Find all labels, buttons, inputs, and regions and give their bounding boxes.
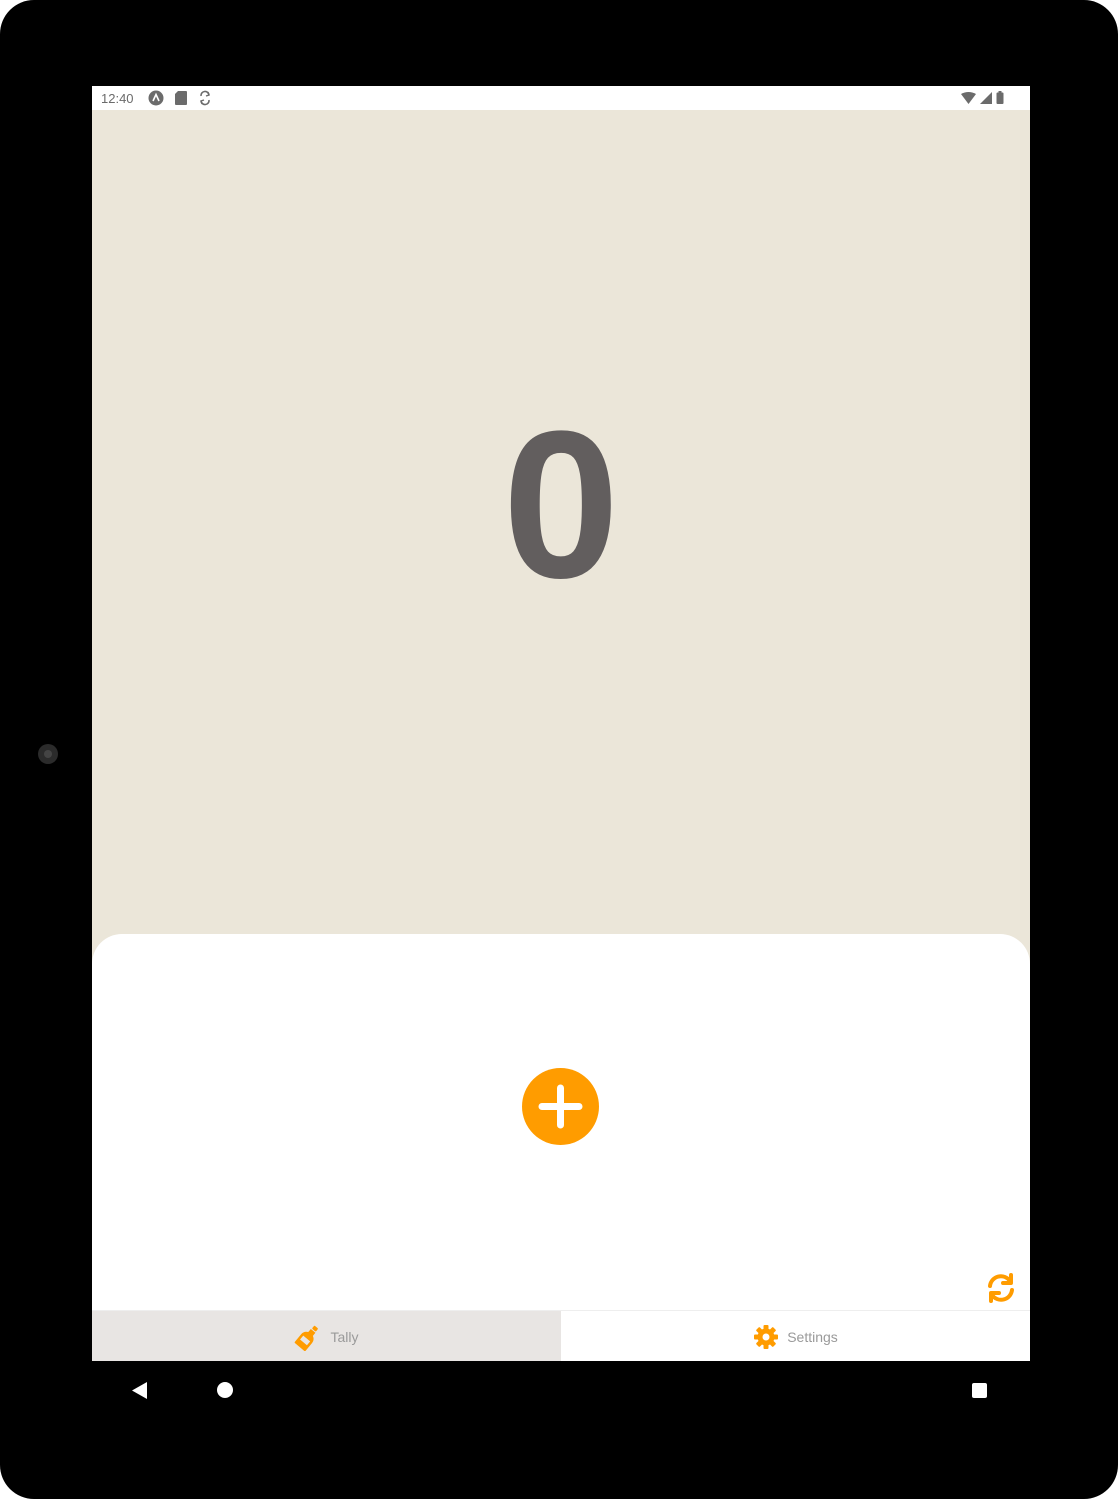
tablet-frame: 12:40 0 Tally Settings [0, 0, 1118, 1499]
system-nav-bar [0, 1361, 1118, 1421]
tab-settings-label: Settings [787, 1328, 838, 1345]
tab-settings[interactable]: Settings [561, 1311, 1030, 1361]
gear-icon [754, 1324, 779, 1349]
battery-icon [996, 91, 1004, 104]
controls-sheet [92, 934, 1030, 1334]
wifi-icon [961, 91, 976, 104]
reset-button[interactable] [984, 1271, 1018, 1305]
plus-icon [538, 1084, 583, 1129]
screen: 12:40 0 Tally Settings [92, 86, 1030, 1361]
android-icon [148, 90, 164, 106]
tab-bar: Tally Settings [92, 1310, 1030, 1361]
back-icon[interactable] [132, 1382, 148, 1399]
bottle-icon [295, 1325, 319, 1351]
counter-area: 0 [92, 110, 1030, 1334]
status-icons-right [961, 91, 1004, 104]
sync-icon [200, 90, 210, 106]
sd-card-icon [175, 91, 187, 105]
front-camera [38, 744, 58, 764]
signal-icon [980, 91, 992, 104]
home-icon[interactable] [217, 1382, 233, 1398]
status-time: 12:40 [101, 91, 134, 106]
refresh-icon [988, 1273, 1014, 1303]
increment-button[interactable] [522, 1068, 599, 1145]
tally-count: 0 [502, 387, 620, 622]
tab-tally[interactable]: Tally [92, 1311, 561, 1361]
recents-icon[interactable] [972, 1383, 987, 1398]
tab-tally-label: Tally [330, 1328, 359, 1345]
status-bar: 12:40 [92, 86, 1030, 110]
status-icons-left [148, 90, 212, 106]
